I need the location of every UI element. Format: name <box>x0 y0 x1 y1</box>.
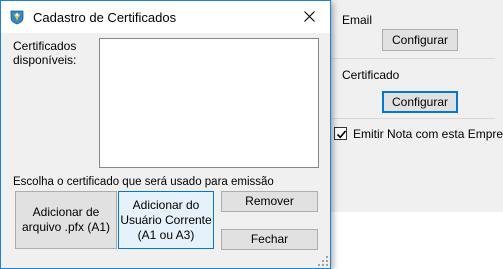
certificado-configure-button[interactable]: Configurar <box>382 91 458 113</box>
email-label: Email <box>342 13 373 27</box>
fechar-button[interactable]: Fechar <box>221 229 318 250</box>
divider <box>330 118 495 119</box>
email-configure-button[interactable]: Configurar <box>382 29 458 51</box>
add-from-user-label-line1: Adicionar do <box>132 197 200 212</box>
checkmark-icon <box>336 130 347 139</box>
app-icon <box>10 10 24 25</box>
add-from-user-label-line3: (A1 ou A3) <box>137 227 195 242</box>
parent-bottom-area <box>330 212 503 269</box>
dialog-title: Cadastro de Certificados <box>33 10 177 25</box>
add-from-file-label-line1: Adicionar de <box>32 205 100 219</box>
add-from-user-label-line2: Usuário Corrente <box>120 212 212 227</box>
title-bar[interactable]: Cadastro de Certificados <box>1 1 330 33</box>
emitir-nota-label: Emitir Nota com esta Empresa <box>353 127 503 141</box>
parent-settings-panel: Email Configurar Certificado Configurar … <box>330 0 503 212</box>
choose-certificate-label: Escolha o certificado que será usado par… <box>13 176 274 188</box>
close-icon <box>304 11 315 22</box>
available-certificates-label-line1: Certificados <box>13 39 77 53</box>
available-certificates-label-line2: disponíveis: <box>13 53 77 67</box>
resize-grip-icon[interactable] <box>318 256 328 266</box>
divider <box>330 58 495 59</box>
add-from-file-label-line2: arquivo .pfx (A1) <box>21 220 111 234</box>
cadastro-certificados-dialog: Cadastro de Certificados Certificados di… <box>0 0 331 269</box>
emitir-nota-checkbox[interactable] <box>334 127 347 140</box>
add-from-file-button[interactable]: Adicionar de arquivo .pfx (A1) <box>15 191 117 249</box>
close-window-button[interactable] <box>290 1 330 33</box>
certificates-listbox[interactable] <box>99 38 319 168</box>
add-from-current-user-button[interactable]: Adicionar do Usuário Corrente (A1 ou A3) <box>118 191 214 249</box>
remove-button[interactable]: Remover <box>221 191 318 212</box>
certificado-label: Certificado <box>342 68 400 82</box>
